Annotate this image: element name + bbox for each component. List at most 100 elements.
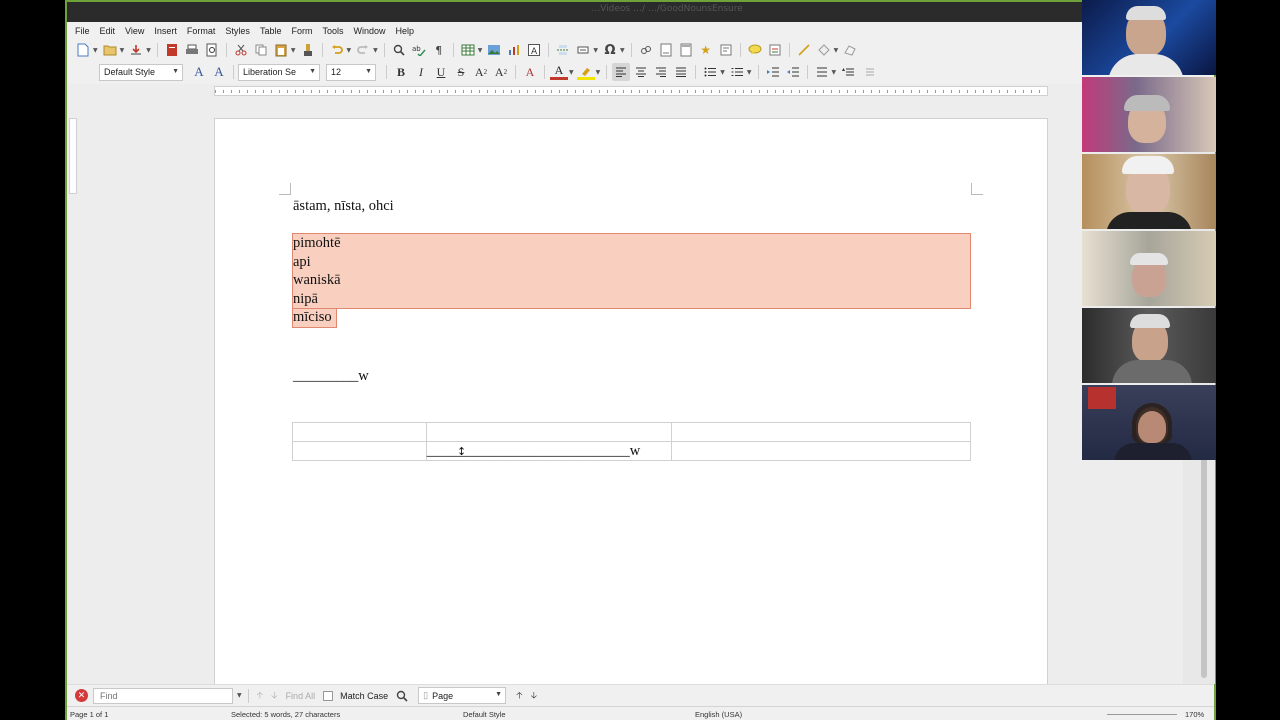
menu-window[interactable]: Window: [348, 22, 390, 40]
menu-file[interactable]: File: [70, 22, 95, 40]
highlight-color-button[interactable]: [576, 64, 595, 80]
language[interactable]: English (USA): [695, 710, 742, 719]
subscript-button[interactable]: A2: [492, 63, 510, 81]
table-cell[interactable]: [670, 441, 972, 461]
participant-video[interactable]: [1082, 231, 1216, 306]
cut-icon[interactable]: [233, 42, 249, 58]
word-line[interactable]: waniskā: [293, 271, 341, 290]
zoom-slider[interactable]: [1107, 714, 1177, 715]
find-next-icon[interactable]: 🡣: [271, 688, 277, 704]
save-icon[interactable]: [128, 42, 144, 58]
chevron-down-icon[interactable]: ▼: [120, 47, 125, 54]
word-list[interactable]: pimohtē api waniskā nipā mīciso: [293, 234, 341, 327]
font-size-select[interactable]: 12 ▼: [326, 63, 376, 81]
chevron-down-icon[interactable]: ▼: [834, 47, 839, 54]
chevron-down-icon[interactable]: ▼: [620, 47, 625, 54]
menu-tools[interactable]: Tools: [317, 22, 348, 40]
numbered-list-button[interactable]: [728, 63, 746, 81]
footnote-icon[interactable]: [658, 42, 674, 58]
draw-functions-icon[interactable]: [842, 42, 858, 58]
bookmark-icon[interactable]: ★: [698, 42, 714, 58]
scrollbar-thumb[interactable]: [1201, 458, 1207, 678]
chevron-down-icon[interactable]: ▼: [478, 47, 483, 54]
blank-fill-line[interactable]: _________w: [293, 367, 369, 386]
find-replace-icon[interactable]: [394, 688, 410, 704]
participant-video[interactable]: [1082, 308, 1216, 383]
track-changes-icon[interactable]: [767, 42, 783, 58]
paragraph-style-select[interactable]: Default Style ▼: [99, 63, 183, 81]
font-name-select[interactable]: Liberation Se ▼: [238, 63, 320, 81]
chevron-down-icon[interactable]: ▼: [720, 69, 725, 76]
italic-button[interactable]: I: [412, 63, 430, 81]
redo-icon[interactable]: [355, 42, 371, 58]
new-document-icon[interactable]: [75, 42, 91, 58]
participant-video[interactable]: [1082, 0, 1216, 75]
find-all-button[interactable]: Find All: [286, 691, 316, 701]
table-cell[interactable]: [292, 441, 427, 461]
bold-button[interactable]: B: [392, 63, 410, 81]
menu-help[interactable]: Help: [390, 22, 419, 40]
find-input[interactable]: [93, 687, 233, 704]
text-box-icon[interactable]: A: [526, 42, 542, 58]
align-left-button[interactable]: [612, 63, 631, 81]
menu-format[interactable]: Format: [182, 22, 221, 40]
chevron-down-icon[interactable]: ▼: [291, 47, 296, 54]
open-folder-icon[interactable]: [102, 42, 118, 58]
insert-table-icon[interactable]: [460, 42, 476, 58]
insert-field-icon[interactable]: [575, 42, 591, 58]
spelling-icon[interactable]: ab: [411, 42, 427, 58]
document-page[interactable]: āstam, nīsta, ohci pimohtē api waniskā n…: [214, 118, 1048, 684]
header-footer-icon[interactable]: [678, 42, 694, 58]
insert-image-icon[interactable]: [486, 42, 502, 58]
export-pdf-icon[interactable]: [164, 42, 180, 58]
search-scope-select[interactable]: ▯ Page ▼: [418, 687, 507, 704]
heading-line[interactable]: āstam, nīsta, ohci: [293, 197, 394, 216]
zoom-level[interactable]: 170%: [1185, 710, 1204, 719]
bullet-list-button[interactable]: [701, 63, 719, 81]
basic-shapes-icon[interactable]: [816, 42, 832, 58]
chevron-down-icon[interactable]: ▼: [596, 69, 601, 76]
table-cell[interactable]: [425, 422, 672, 442]
print-preview-icon[interactable]: [204, 42, 220, 58]
navigate-up-icon[interactable]: 🡡: [516, 688, 522, 704]
chevron-down-icon[interactable]: ▼: [93, 47, 98, 54]
update-style-icon[interactable]: A: [191, 64, 207, 80]
find-previous-icon[interactable]: 🡡: [257, 688, 263, 704]
paragraph-spacing-up-button[interactable]: [839, 63, 857, 81]
print-icon[interactable]: [184, 42, 200, 58]
strikethrough-button[interactable]: S: [452, 63, 470, 81]
participant-video[interactable]: [1082, 385, 1216, 460]
insert-line-icon[interactable]: [796, 42, 812, 58]
menu-table[interactable]: Table: [255, 22, 287, 40]
hyperlink-icon[interactable]: [638, 42, 654, 58]
justify-button[interactable]: [672, 63, 690, 81]
horizontal-ruler[interactable]: [214, 86, 1048, 96]
special-character-icon[interactable]: Ω: [602, 42, 618, 58]
align-right-button[interactable]: [652, 63, 670, 81]
vertical-ruler[interactable]: [69, 118, 77, 194]
clear-formatting-button[interactable]: A: [521, 63, 539, 81]
page-count[interactable]: Page 1 of 1: [70, 710, 108, 719]
word-line[interactable]: pimohtē: [293, 234, 341, 253]
menu-edit[interactable]: Edit: [95, 22, 121, 40]
paragraph-spacing-down-button[interactable]: [859, 63, 877, 81]
copy-icon[interactable]: [253, 42, 269, 58]
paste-icon[interactable]: [273, 42, 289, 58]
chevron-down-icon[interactable]: ▼: [347, 47, 352, 54]
word-line[interactable]: nipā: [293, 290, 341, 309]
word-line[interactable]: mīciso: [293, 308, 341, 327]
insert-comment-icon[interactable]: [747, 42, 763, 58]
increase-indent-button[interactable]: [764, 63, 782, 81]
chevron-down-icon[interactable]: ▼: [237, 692, 242, 699]
table-cell[interactable]: [292, 422, 427, 442]
align-center-button[interactable]: [632, 63, 650, 81]
chevron-down-icon[interactable]: ▼: [569, 69, 574, 76]
menu-styles[interactable]: Styles: [220, 22, 255, 40]
cross-reference-icon[interactable]: [718, 42, 734, 58]
page-style[interactable]: Default Style: [463, 710, 506, 719]
word-count[interactable]: Selected: 5 words, 27 characters: [231, 710, 340, 719]
undo-icon[interactable]: [329, 42, 345, 58]
match-case-checkbox[interactable]: [323, 690, 334, 701]
superscript-button[interactable]: A2: [472, 63, 490, 81]
close-icon[interactable]: ✕: [75, 689, 88, 702]
